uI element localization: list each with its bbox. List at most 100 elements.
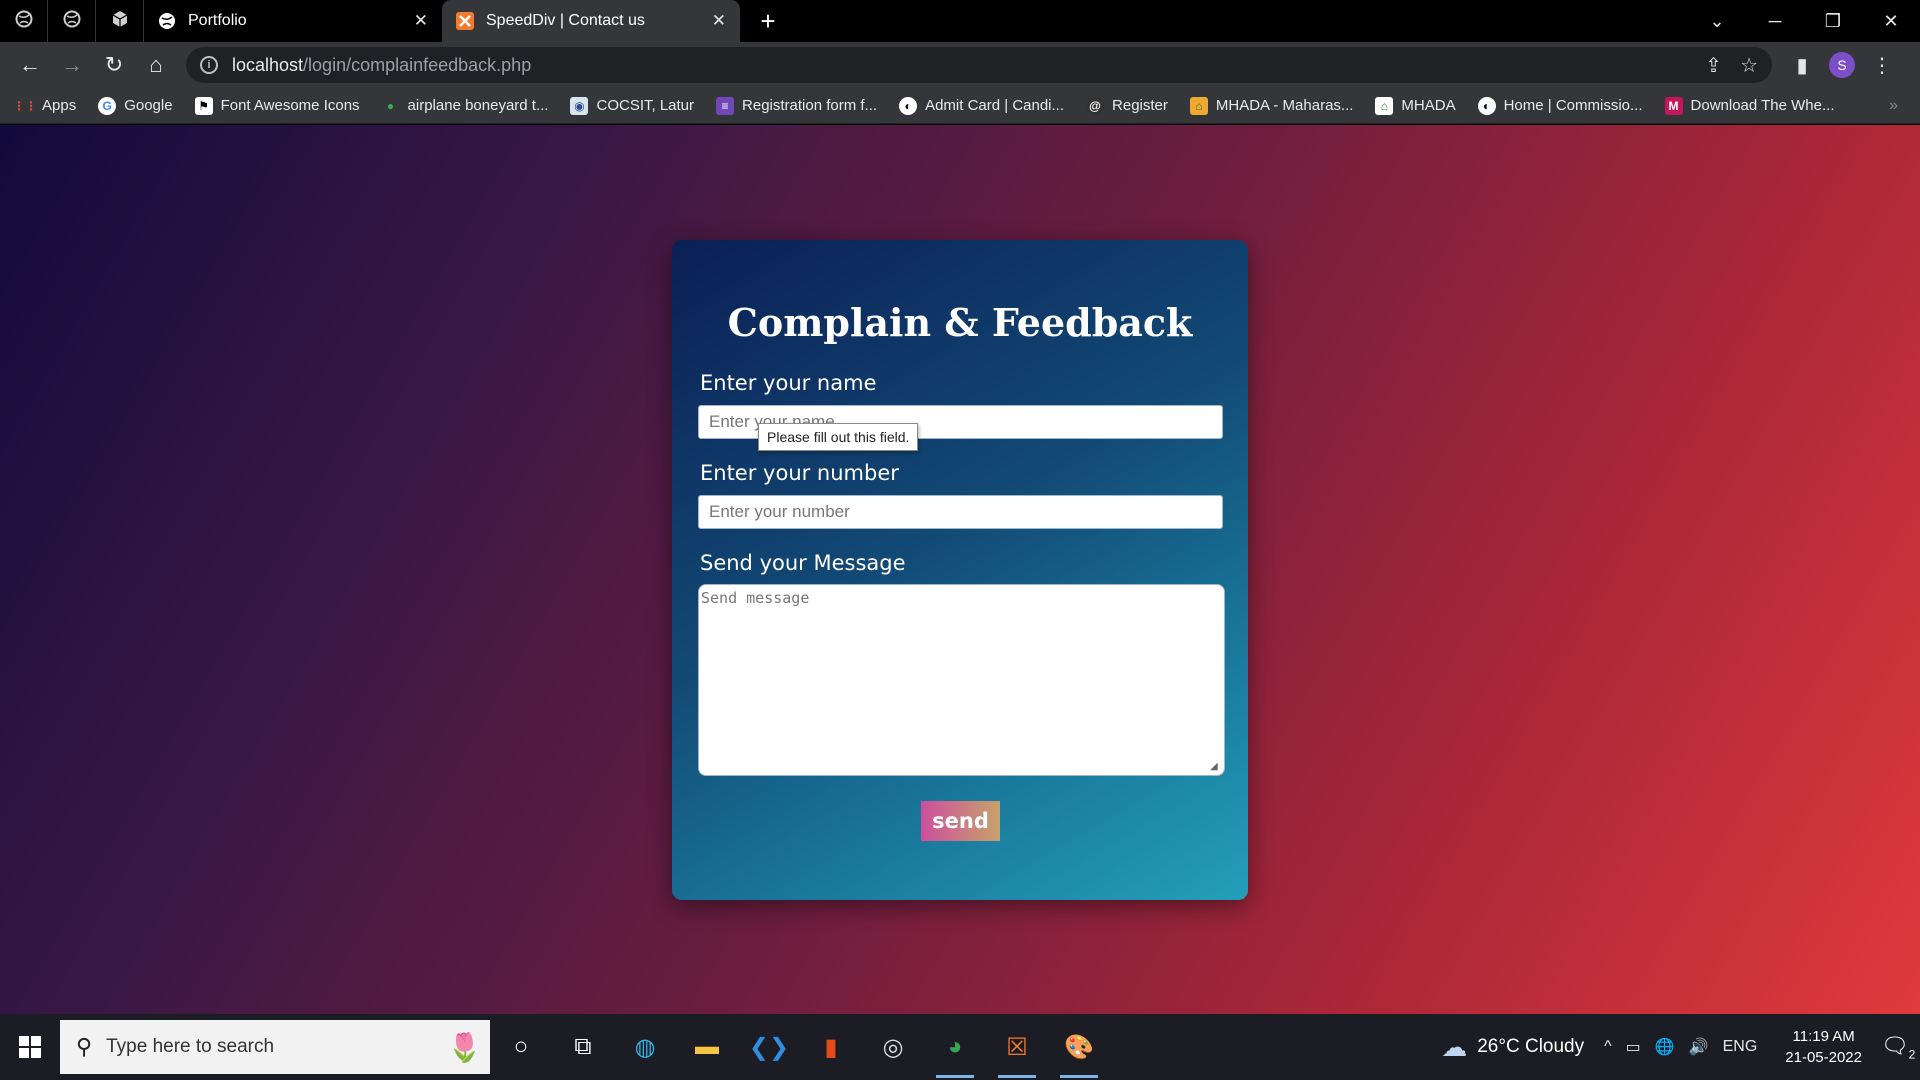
browser-toolbar: ← → ↻ ⌂ i localhost/login/complainfeedba… [0, 42, 1920, 88]
mhada-logo-icon: ⌂ [1189, 96, 1208, 115]
bookmark-admit-card[interactable]: ◐ Admit Card | Candi... [899, 96, 1064, 115]
download-site-icon: M [1664, 96, 1683, 115]
globe-icon [63, 10, 81, 33]
name-label: Enter your name [700, 371, 877, 395]
bookmark-mhada[interactable]: ⌂ MHADA [1375, 96, 1456, 115]
avatar[interactable]: S [1829, 52, 1855, 78]
bookmark-cocsit[interactable]: ◉ COCSIT, Latur [570, 96, 694, 115]
system-tray: ☁ 26°C Cloudy ^ ▭ 🌐 🔊 ENG 11:19 AM 21-05-… [1441, 1014, 1920, 1080]
page-background: Complain & Feedback Enter your name Ente… [0, 125, 1920, 1014]
notification-count: 2 [1908, 1047, 1916, 1062]
cortana-icon[interactable]: ○ [490, 1014, 552, 1080]
taskbar-search[interactable]: ⚲ Type here to search 🌷 [60, 1020, 490, 1074]
windows-start-icon[interactable] [0, 1014, 60, 1080]
cloud-icon: ☁ [1441, 1031, 1468, 1062]
battery-icon[interactable]: ▭ [1626, 1037, 1641, 1057]
window-controls: ⌄ ─ ❐ ✕ [1688, 0, 1920, 42]
back-icon[interactable]: ← [10, 45, 50, 85]
language-indicator[interactable]: ENG [1723, 1038, 1758, 1056]
bookmark-google[interactable]: G Google [98, 96, 173, 115]
close-icon[interactable]: ✕ [414, 11, 428, 31]
clock-date: 21-05-2022 [1785, 1049, 1862, 1066]
tab-search-icon[interactable]: ⌄ [1688, 0, 1746, 42]
new-tab-button[interactable]: + [748, 0, 788, 42]
chevron-up-icon[interactable]: ^ [1604, 1038, 1612, 1056]
taskbar: ⚲ Type here to search 🌷 ○ ⧉ ◍ ▬ ❮❯ ▮ ◎ ◕… [0, 1014, 1920, 1080]
bookmarks-bar: ⋮⋮ Apps G Google ⚑ Font Awesome Icons ● airp… [0, 88, 1920, 124]
tab-strip: Portfolio ✕ SpeedDiv | Contact us ✕ + ⌄ … [0, 0, 1920, 42]
tab-portfolio[interactable]: Portfolio ✕ [144, 0, 442, 42]
package-icon [111, 10, 129, 33]
form-icon: ≡ [716, 96, 735, 115]
clock[interactable]: 11:19 AM 21-05-2022 [1785, 1026, 1862, 1068]
register-logo-icon: @ [1086, 96, 1105, 115]
feedback-form-card: Complain & Feedback Enter your name Ente… [672, 240, 1248, 900]
file-explorer-icon[interactable]: ▬ [676, 1014, 738, 1080]
edge-icon[interactable]: ◍ [614, 1014, 676, 1080]
tab-label: SpeedDiv | Contact us [486, 12, 645, 29]
globe-icon [158, 12, 176, 30]
search-highlight-icon: 🌷 [447, 1031, 482, 1063]
bookmark-apps[interactable]: ⋮⋮ Apps [13, 97, 76, 115]
task-view-icon[interactable]: ⧉ [552, 1014, 614, 1080]
mhada-logo-icon: ⌂ [1375, 96, 1394, 115]
address-bar[interactable]: i localhost/login/complainfeedback.php ⇪… [186, 47, 1772, 83]
weather-widget[interactable]: ☁ 26°C Cloudy [1441, 1032, 1584, 1063]
network-icon[interactable]: 🌐 [1655, 1037, 1675, 1057]
validation-tooltip: Please fill out this field. [758, 423, 919, 451]
media-player-icon[interactable]: ◎ [862, 1014, 924, 1080]
url-text: localhost/login/complainfeedback.php [232, 54, 532, 75]
bookmark-commissioner[interactable]: ◐ Home | Commissio... [1477, 96, 1643, 115]
office-icon[interactable]: ▮ [800, 1014, 862, 1080]
bookmark-registration-form[interactable]: ≡ Registration form f... [716, 96, 877, 115]
apps-grid-icon: ⋮⋮ [13, 98, 37, 113]
message-textarea[interactable] [698, 584, 1225, 776]
info-icon[interactable]: i [200, 56, 218, 74]
menu-icon[interactable]: ⋮ [1862, 45, 1902, 85]
number-input[interactable] [698, 495, 1223, 529]
close-icon[interactable]: ✕ [712, 11, 726, 31]
paint-icon[interactable]: 🎨 [1048, 1014, 1110, 1080]
number-label: Enter your number [700, 461, 899, 485]
notification-icon[interactable]: 🗨2 [1876, 1033, 1920, 1061]
search-placeholder: Type here to search [106, 1036, 275, 1057]
pinned-tab-1[interactable] [0, 0, 48, 42]
xampp-icon[interactable]: ☒ [986, 1014, 1048, 1080]
window-close-icon[interactable]: ✕ [1862, 0, 1920, 42]
restore-icon[interactable]: ❐ [1804, 0, 1862, 42]
bookmark-font-awesome[interactable]: ⚑ Font Awesome Icons [194, 96, 360, 115]
pinned-tab-3[interactable] [96, 0, 144, 42]
share-icon[interactable]: ⇪ [1705, 53, 1722, 78]
tab-contact-us[interactable]: SpeedDiv | Contact us ✕ [442, 0, 740, 42]
globe-icon: ◐ [899, 96, 918, 115]
bookmark-download[interactable]: M Download The Whe... [1664, 96, 1834, 115]
globe-icon [15, 10, 33, 33]
bookmark-star-icon[interactable]: ☆ [1740, 53, 1758, 78]
send-button[interactable]: send [921, 801, 1000, 841]
message-label: Send your Message [700, 551, 906, 575]
map-pin-icon: ● [386, 98, 395, 113]
resize-handle-icon[interactable]: ◢ [1210, 762, 1220, 772]
form-title: Complain & Feedback [727, 300, 1193, 345]
volume-icon[interactable]: 🔊 [1689, 1037, 1709, 1057]
more-bookmarks-icon[interactable]: » [1889, 97, 1898, 115]
college-logo-icon: ◉ [570, 96, 589, 115]
google-icon: G [98, 96, 117, 115]
bookmark-airplane-boneyard[interactable]: ● airplane boneyard t... [382, 97, 549, 115]
bookmark-mhada-maharashtra[interactable]: ⌂ MHADA - Maharas... [1189, 96, 1353, 115]
bookmark-register[interactable]: @ Register [1086, 96, 1168, 115]
search-icon: ⚲ [76, 1034, 93, 1059]
globe-icon: ◐ [1477, 96, 1496, 115]
flag-icon: ⚑ [194, 96, 213, 115]
forward-icon[interactable]: → [52, 45, 92, 85]
pinned-tab-2[interactable] [48, 0, 96, 42]
chrome-icon[interactable]: ◕ [924, 1014, 986, 1080]
side-panel-icon[interactable]: ▮ [1782, 45, 1822, 85]
tab-label: Portfolio [188, 12, 247, 29]
reload-icon[interactable]: ↻ [94, 45, 134, 85]
home-icon[interactable]: ⌂ [136, 45, 176, 85]
clock-time: 11:19 AM [1792, 1028, 1855, 1045]
xampp-icon [456, 12, 474, 30]
minimize-icon[interactable]: ─ [1746, 0, 1804, 42]
vscode-icon[interactable]: ❮❯ [738, 1014, 800, 1080]
